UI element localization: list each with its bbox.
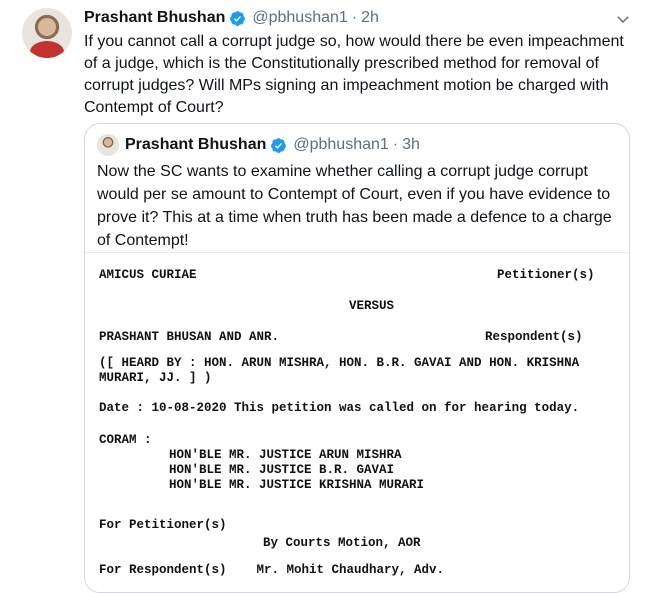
chevron-down-icon[interactable] [614,10,632,28]
doc-heard-by-line2: MURARI, JJ. ] ) [99,371,212,385]
verified-badge-icon [271,137,287,153]
doc-judge-2: HON'BLE MR. JUSTICE B.R. GAVAI [169,463,395,477]
doc-respondent-role: Respondent(s) [485,330,583,344]
tweet-header: Prashant Bhushan @pbhushan1 · 2h [84,7,379,29]
tweet[interactable]: Prashant Bhushan @pbhushan1 · 2h If you … [0,0,650,593]
doc-date-line: Date : 10-08-2020 This petition was call… [99,401,580,415]
quoted-author-avatar [97,134,119,156]
doc-judge-1: HON'BLE MR. JUSTICE ARUN MISHRA [169,448,402,462]
author-name[interactable]: Prashant Bhushan [84,9,225,27]
doc-petitioner-party: AMICUS CURIAE [99,268,197,282]
author-handle[interactable]: @pbhushan1 [252,9,347,27]
author-avatar[interactable] [22,8,72,58]
tweet-text: If you cannot call a corrupt judge so, h… [84,33,624,116]
verified-badge-icon [230,10,246,26]
quoted-tweet-timestamp: 3h [402,136,420,153]
quoted-author-name: Prashant Bhushan [125,136,267,153]
quoted-tweet-header: Prashant Bhushan @pbhushan1 · 3h [97,134,420,156]
doc-for-petitioner: For Petitioner(s) [99,518,227,532]
doc-petitioner-role: Petitioner(s) [497,268,595,282]
quoted-tweet-text: Now the SC wants to examine whether call… [97,163,612,249]
doc-heard-by-line1: ([ HEARD BY : HON. ARUN MISHRA, HON. B.R… [99,356,580,370]
court-order-image[interactable]: AMICUS CURIAE Petitioner(s) VERSUS PRASH… [85,252,629,592]
quoted-author-handle: @pbhushan1 [293,136,389,153]
doc-coram: CORAM : [99,433,152,447]
doc-versus: VERSUS [349,299,395,313]
quoted-tweet[interactable]: Prashant Bhushan @pbhushan1 · 3h Now the… [84,123,630,593]
doc-petitioner-counsel: By Courts Motion, AOR [263,536,421,550]
doc-judge-3: HON'BLE MR. JUSTICE KRISHNA MURARI [169,478,425,492]
quoted-header-separator: · [392,136,399,153]
header-separator: · [351,9,358,26]
doc-respondent-party: PRASHANT BHUSAN AND ANR. [99,330,280,344]
tweet-timestamp[interactable]: 2h [361,9,379,27]
